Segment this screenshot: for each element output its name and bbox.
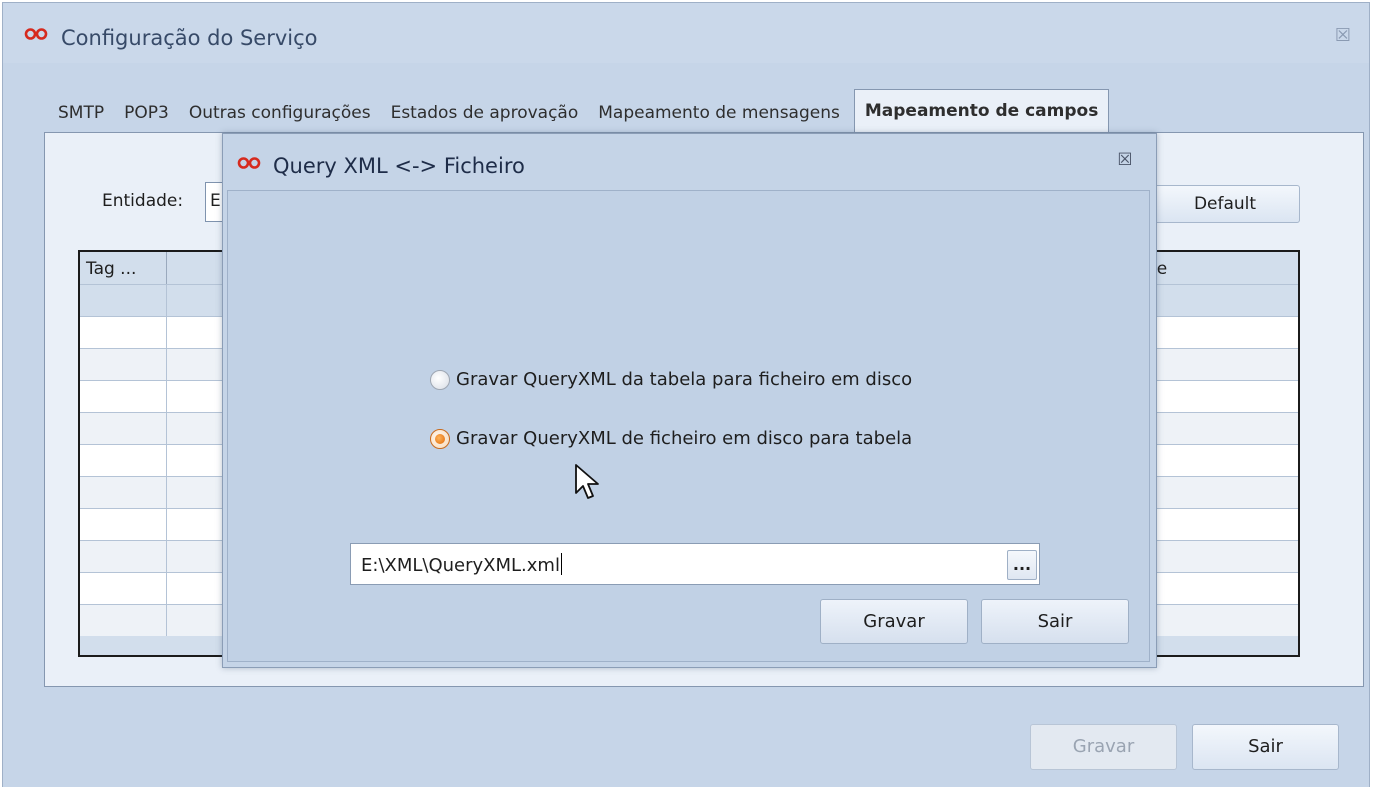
tab-pop3[interactable]: POP3 bbox=[114, 92, 179, 132]
tab-smtp[interactable]: SMTP bbox=[48, 92, 114, 132]
option-table-to-file[interactable]: Gravar QueryXML da tabela para ficheiro … bbox=[430, 369, 912, 390]
close-icon[interactable]: ☒ bbox=[1111, 150, 1139, 174]
main-window-title: Configuração do Serviço bbox=[61, 26, 318, 50]
red-infinity-logo-icon bbox=[235, 154, 263, 172]
column-header-3[interactable]: ne bbox=[1140, 252, 1300, 284]
dialog-gravar-button[interactable]: Gravar bbox=[820, 599, 968, 644]
browse-button[interactable]: ... bbox=[1007, 550, 1037, 580]
close-icon[interactable]: ☒ bbox=[1329, 25, 1357, 47]
tab-mapeamento-de-campos[interactable]: Mapeamento de campos bbox=[853, 89, 1110, 132]
text-caret bbox=[560, 553, 562, 575]
tab-strip: SMTP POP3 Outras configurações Estados d… bbox=[48, 89, 1110, 132]
option-table-to-file-label: Gravar QueryXML da tabela para ficheiro … bbox=[456, 369, 913, 390]
query-xml-dialog: Query XML <-> Ficheiro ☒ Gravar QueryXML… bbox=[222, 133, 1157, 668]
dialog-body: Gravar QueryXML da tabela para ficheiro … bbox=[227, 190, 1150, 662]
tab-mapeamento-de-mensagens[interactable]: Mapeamento de mensagens bbox=[588, 92, 850, 132]
entidade-label: Entidade: bbox=[102, 191, 184, 211]
red-infinity-logo-icon bbox=[21, 25, 51, 43]
radio-button-unselected[interactable] bbox=[430, 369, 450, 390]
dialog-title: Query XML <-> Ficheiro bbox=[273, 154, 525, 178]
radio-button-selected[interactable] bbox=[430, 428, 450, 449]
gravar-button-disabled[interactable]: Gravar bbox=[1030, 724, 1177, 770]
mouse-cursor-icon bbox=[574, 463, 602, 505]
column-header-tag[interactable]: Tag ... bbox=[80, 252, 167, 284]
file-path-input[interactable]: E:\XML\QueryXML.xml ... bbox=[350, 543, 1040, 585]
tab-estados-de-aprovacao[interactable]: Estados de aprovação bbox=[381, 92, 589, 132]
option-file-to-table[interactable]: Gravar QueryXML de ficheiro em disco par… bbox=[430, 428, 912, 449]
option-file-to-table-label: Gravar QueryXML de ficheiro em disco par… bbox=[456, 428, 913, 449]
tab-outras-configuracoes[interactable]: Outras configurações bbox=[179, 92, 381, 132]
dialog-sair-button[interactable]: Sair bbox=[981, 599, 1129, 644]
default-button[interactable]: Default bbox=[1150, 185, 1300, 223]
file-path-value: E:\XML\QueryXML.xml bbox=[361, 555, 560, 576]
sair-button[interactable]: Sair bbox=[1192, 724, 1339, 770]
